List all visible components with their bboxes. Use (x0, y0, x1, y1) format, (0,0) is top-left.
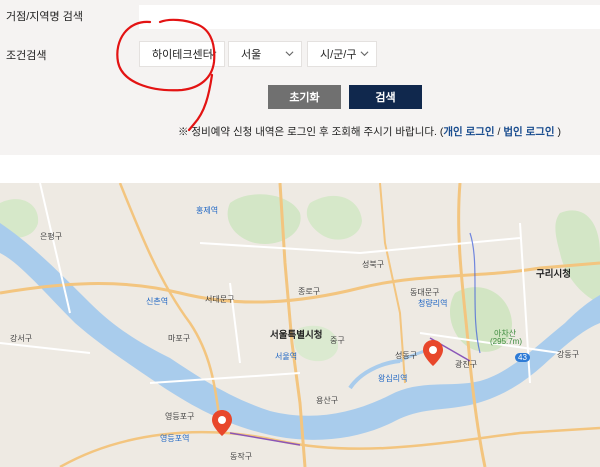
label-mapo: 마포구 (168, 334, 191, 343)
label-jongno: 종로구 (298, 287, 321, 296)
map-canvas (0, 183, 600, 467)
chevron-down-icon (208, 51, 217, 57)
label-guri: 구리시청 (536, 269, 571, 280)
corporate-login-link[interactable]: 법인 로그인 (503, 126, 554, 138)
route-43-badge: 43 (515, 353, 530, 362)
search-button[interactable]: 검색 (349, 85, 422, 109)
label-achasan-height: (295.7m) (490, 337, 523, 346)
label-gangseo: 강서구 (10, 334, 33, 343)
label-wangsimni: 왕십리역 (378, 374, 408, 383)
label-seongdong: 성동구 (395, 351, 418, 360)
label-seoul-city-hall: 서울특별시청 (270, 330, 323, 341)
label-cheongnyangni: 청량리역 (418, 299, 448, 308)
personal-login-link[interactable]: 개인 로그인 (443, 126, 494, 138)
label-hongje: 홍제역 (196, 206, 219, 215)
district-select[interactable]: 시/군/구 (307, 41, 377, 67)
district-select-value: 시/군/구 (320, 49, 357, 61)
login-notice: ※ 정비예약 신청 내역은 로그인 후 조회해 주시기 바랍니다. (개인 로그… (178, 124, 561, 139)
label-sinchon: 신촌역 (146, 297, 169, 306)
reset-button[interactable]: 초기화 (268, 85, 341, 109)
label-jung: 중구 (330, 336, 345, 345)
label-yeongdeungpo: 영등포구 (165, 412, 195, 421)
label-dongdaemun: 동대문구 (410, 288, 440, 297)
label-gangdong: 강동구 (557, 350, 580, 359)
city-select-value: 서울 (241, 49, 262, 61)
map-pin-yeongdeungpo[interactable] (211, 409, 233, 437)
chevron-down-icon (285, 51, 294, 57)
label-seongbuk: 성북구 (362, 260, 385, 269)
label-dongjak: 동작구 (230, 452, 253, 461)
keyword-search-label: 거점/지역명 검색 (6, 11, 83, 23)
label-gwangjin: 광진구 (455, 360, 478, 369)
search-panel: 거점/지역명 검색 조건검색 하이테크센터 서울 시/군/구 초기화 검색 ※ … (0, 0, 600, 155)
center-type-select[interactable]: 하이테크센터 (139, 41, 225, 67)
keyword-search-input[interactable] (139, 5, 600, 29)
notice-text: ※ 정비예약 신청 내역은 로그인 후 조회해 주시기 바랍니다. ( (178, 126, 444, 138)
notice-close: ) (554, 126, 561, 138)
chevron-down-icon (360, 51, 369, 57)
label-yongsan: 용산구 (316, 396, 339, 405)
map-view[interactable]: 서울특별시청 서대문구 마포구 종로구 중구 성북구 동대문구 성동구 광진구 … (0, 183, 600, 467)
condition-search-label: 조건검색 (6, 50, 47, 62)
map-pin-seongdong[interactable] (422, 339, 444, 367)
label-yeongdeungpo-station: 영등포역 (160, 434, 190, 443)
city-select[interactable]: 서울 (228, 41, 302, 67)
center-type-select-value: 하이테크센터 (152, 49, 213, 61)
label-seodaemun: 서대문구 (205, 295, 235, 304)
label-eunpyeong: 은평구 (40, 232, 63, 241)
label-seoul-station: 서울역 (275, 352, 298, 361)
